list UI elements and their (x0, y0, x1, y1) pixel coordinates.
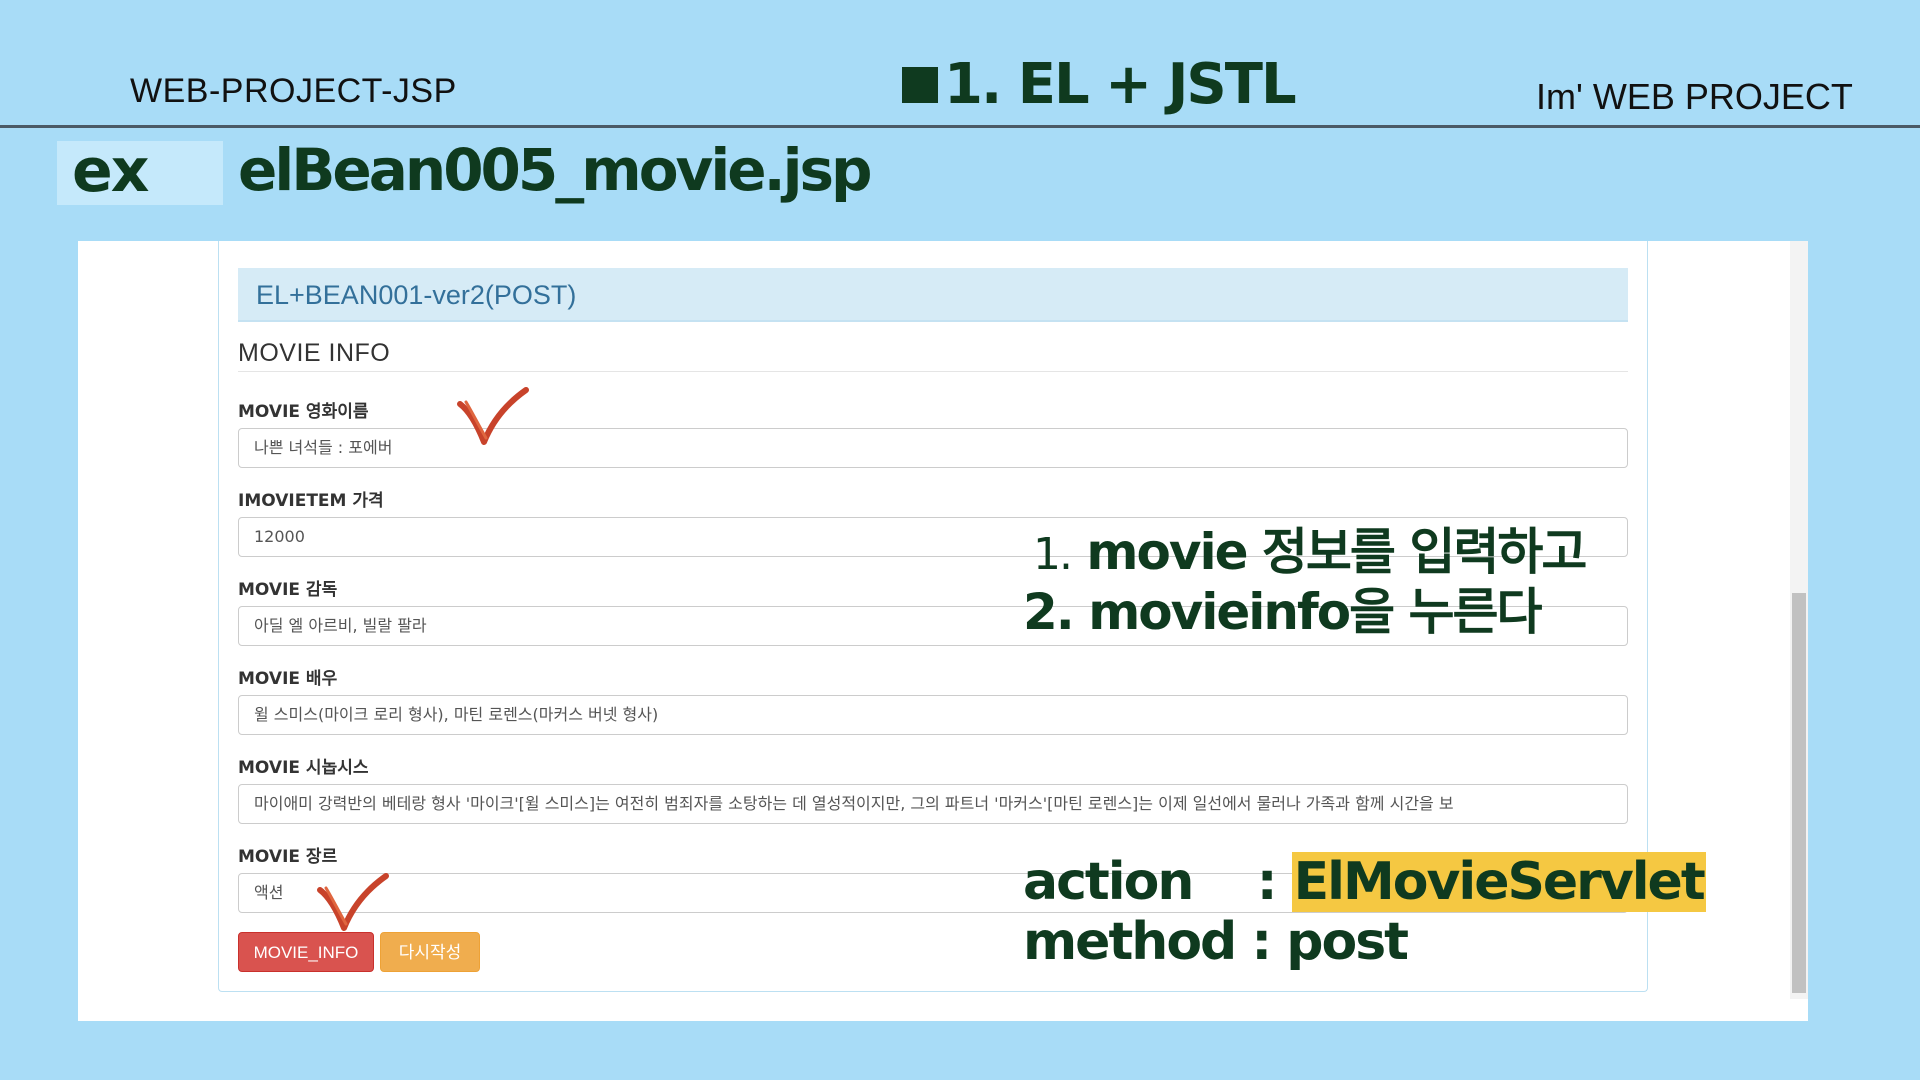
synopsis-input[interactable]: 마이애미 강력반의 베테랑 형사 '마이크'[윌 스미스]는 여전히 범죄자를 … (238, 784, 1628, 824)
scrollbar-thumb[interactable] (1792, 593, 1806, 993)
field-label-price: IMOVIETEM 가격 (238, 491, 384, 511)
field-label-director: MOVIE 감독 (238, 580, 338, 600)
slide-title-text: 1. EL + JSTL (944, 52, 1297, 117)
reset-button[interactable]: 다시작성 (380, 932, 480, 972)
field-label-movie-name: MOVIE 영화이름 (238, 402, 369, 422)
movie-name-input[interactable]: 나쁜 녀석들 : 포에버 (238, 428, 1628, 468)
annotation-action-label: action : (1023, 852, 1292, 912)
header-divider (0, 125, 1920, 128)
annotation-step-2: 2. movieinfo을 누른다 (1023, 583, 1543, 641)
slide-header-left: WEB-PROJECT-JSP (130, 72, 457, 110)
ex-label: ex (72, 136, 149, 206)
check-mark-icon (457, 387, 529, 445)
actor-input[interactable]: 윌 스미스(마이크 로리 형사), 마틴 로렌스(마커스 버넷 형사) (238, 695, 1628, 735)
field-label-actor: MOVIE 배우 (238, 669, 338, 689)
slide-header-right: Im' WEB PROJECT (1536, 76, 1853, 117)
check-mark-icon (317, 873, 389, 931)
section-divider (238, 371, 1628, 372)
annotation-action-value: ElMovieServlet (1291, 852, 1706, 912)
annotation-method: method : post (1023, 912, 1409, 972)
field-label-genre: MOVIE 장르 (238, 847, 338, 867)
slide-title: 1. EL + JSTL (902, 52, 1297, 117)
annotation-action: action : ElMovieServlet (1023, 852, 1706, 912)
file-title: elBean005_movie.jsp (238, 136, 873, 204)
field-label-synopsis: MOVIE 시놉시스 (238, 758, 369, 778)
section-title: MOVIE INFO (238, 339, 391, 367)
movie-info-submit-button[interactable]: MOVIE_INFO (238, 932, 374, 972)
square-bullet-icon (902, 66, 938, 103)
panel-heading: EL+BEAN001-ver2(POST) (238, 268, 1628, 322)
